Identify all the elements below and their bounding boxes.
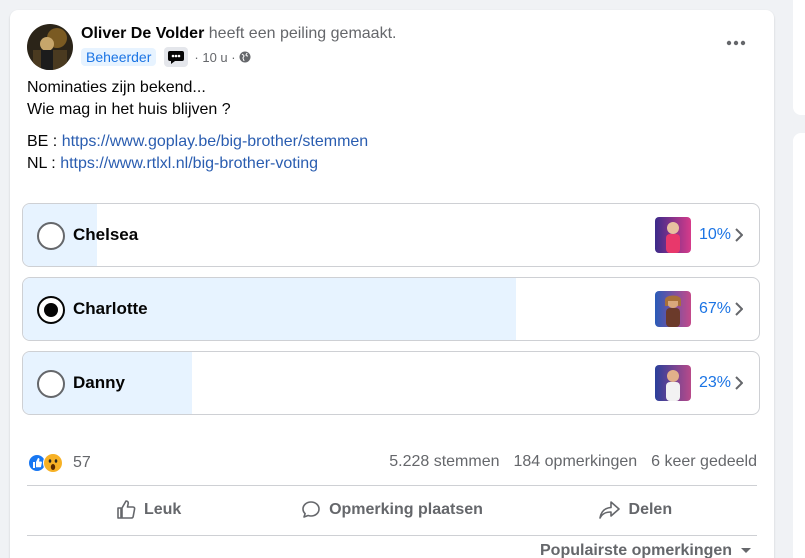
link-prefix: NL : [27, 155, 61, 172]
more-horizontal-icon [726, 40, 746, 46]
more-options-button[interactable] [720, 31, 752, 55]
poll-percentage: 10% [699, 226, 732, 243]
post-card: Oliver De Volder heeft een peiling gemaa… [10, 10, 774, 558]
engagement-stats: 5.228 stemmen 184 opmerkingen 6 keer ged… [389, 453, 757, 471]
reaction-count: 57 [73, 454, 91, 471]
thumbs-up-icon [117, 500, 136, 519]
votes-count[interactable]: 5.228 stemmen [389, 453, 499, 471]
comment-label: Opmerking plaatsen [329, 501, 483, 518]
poll-radio[interactable] [37, 370, 65, 398]
share-arrow-icon [598, 501, 620, 519]
share-button[interactable]: Delen [514, 492, 757, 528]
role-badge[interactable]: Beheerder [81, 48, 157, 66]
action-bar: Leuk Opmerking plaatsen Delen [27, 492, 757, 528]
poll-option-chelsea[interactable]: Chelsea 10% [22, 203, 760, 267]
voter-avatar [655, 291, 691, 327]
chevron-right-icon[interactable] [735, 376, 744, 395]
adjacent-panel-bottom [793, 133, 805, 558]
poll-option-charlotte[interactable]: Charlotte 67% [22, 277, 760, 341]
author-name[interactable]: Oliver De Volder [81, 25, 204, 42]
poll-radio[interactable] [37, 296, 65, 324]
speech-bubble-icon [302, 501, 320, 518]
post-links: BE : https://www.goplay.be/big-brother/s… [27, 131, 368, 175]
globe-icon [239, 51, 251, 63]
like-label: Leuk [143, 501, 182, 518]
avatar[interactable] [27, 24, 73, 70]
chevron-right-icon[interactable] [735, 302, 744, 321]
post-text: Nominaties zijn bekend... Wie mag in het… [27, 77, 231, 121]
poll-option-label: Charlotte [73, 299, 148, 318]
poll-option-label: Chelsea [73, 225, 139, 244]
post-time-value: 10 u [202, 49, 228, 65]
post-text-line: Wie mag in het huis blijven ? [27, 101, 231, 118]
caret-down-icon [741, 548, 752, 553]
link-prefix: BE : [27, 133, 62, 150]
poll-radio[interactable] [37, 222, 65, 250]
goplay-link[interactable]: https://www.goplay.be/big-brother/stemme… [62, 133, 369, 150]
divider [27, 535, 757, 536]
comments-sort-label: Populairste opmerkingen [540, 542, 733, 558]
comments-sort-dropdown[interactable]: Populairste opmerkingen [540, 542, 752, 558]
voter-avatar [655, 217, 691, 253]
post-text-line: Nominaties zijn bekend... [27, 79, 206, 96]
poll-option-label: Danny [73, 373, 125, 392]
adjacent-panel-top [793, 0, 805, 115]
voter-avatar [655, 365, 691, 401]
reactions-summary[interactable]: 57 [27, 453, 91, 473]
chat-badge-icon[interactable] [164, 47, 189, 67]
chevron-right-icon[interactable] [735, 228, 744, 247]
shares-count[interactable]: 6 keer gedeeld [651, 453, 757, 471]
author-action: heeft een peiling gemaakt. [208, 25, 397, 42]
post-time[interactable]: · 10 u · [194, 50, 235, 65]
poll-percentage: 23% [699, 374, 732, 391]
author-line: Oliver De Volder heeft een peiling gemaa… [81, 25, 396, 43]
poll-option-danny[interactable]: Danny 23% [22, 351, 760, 415]
like-button[interactable]: Leuk [27, 492, 270, 528]
divider [27, 485, 757, 486]
share-label: Delen [628, 501, 673, 518]
post-stats: 57 5.228 stemmen 184 opmerkingen 6 keer … [27, 453, 757, 473]
rtlxl-link[interactable]: https://www.rtlxl.nl/big-brother-voting [60, 155, 318, 172]
poll-percentage: 67% [699, 300, 732, 317]
wow-reaction-icon [43, 453, 63, 473]
comments-count[interactable]: 184 opmerkingen [514, 453, 638, 471]
comment-button[interactable]: Opmerking plaatsen [270, 492, 513, 528]
post-meta: Beheerder · 10 u · [81, 47, 251, 67]
